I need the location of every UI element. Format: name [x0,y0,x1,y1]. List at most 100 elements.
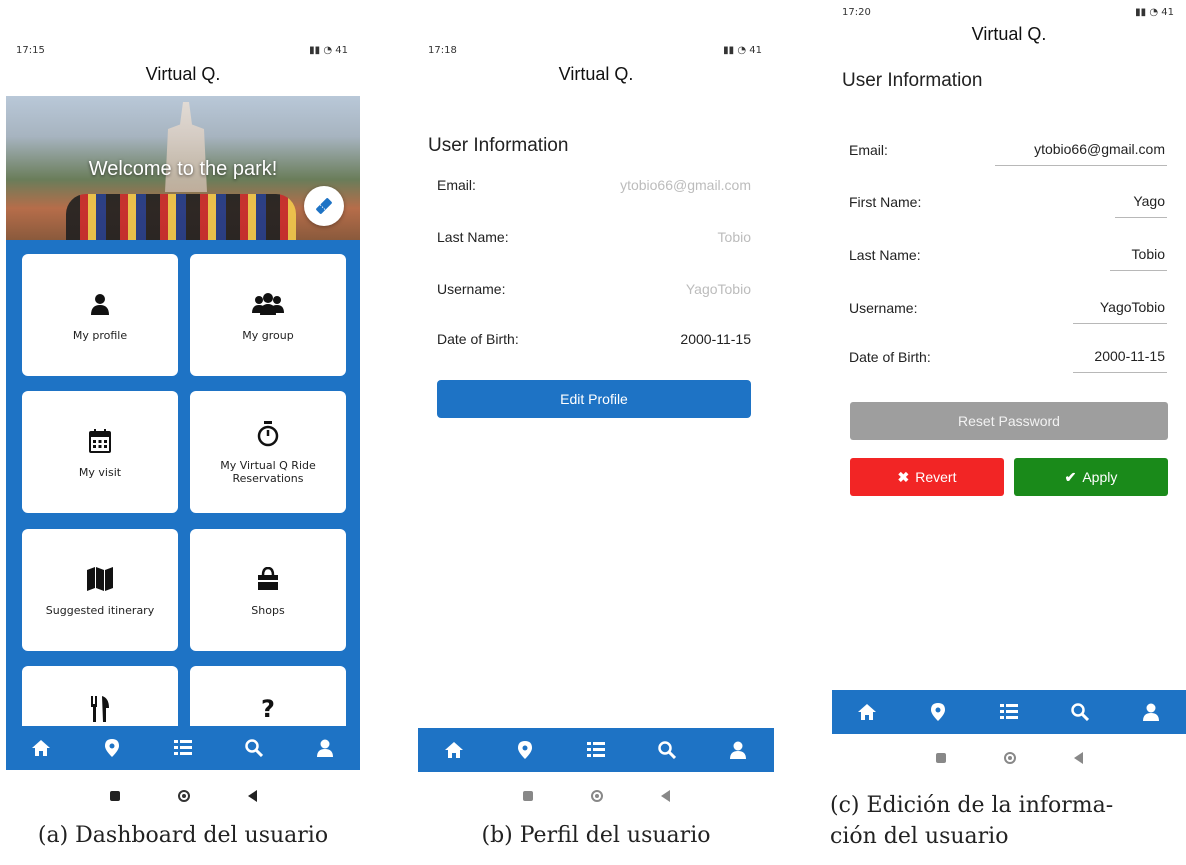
app-title: Virtual Q. [558,64,634,84]
profile-screen: 17:18 ▮▮ ◔ 41 Virtual Q. User Informatio… [418,32,774,810]
email-label: Email: [437,177,476,193]
caption-a: (a) Dashboard del usuario [37,823,329,848]
last-name-label: Last Name: [437,229,509,245]
map-marker-icon [105,739,120,757]
system-nav [418,776,774,810]
my-profile-tile[interactable]: My profile [22,254,178,376]
ticket-button[interactable] [304,186,344,226]
user-icon [90,289,110,319]
recents-icon[interactable] [935,753,946,763]
list-icon [999,704,1018,719]
apply-button[interactable]: ✔ Apply [1014,458,1168,496]
search-icon [658,741,677,759]
reset-password-button[interactable]: Reset Password [850,402,1168,440]
nav-list[interactable] [989,694,1029,730]
date-of-birth-label: Date of Birth: [437,331,519,347]
search-icon [245,739,263,757]
my-group-tile[interactable]: My group [190,254,346,376]
nav-map[interactable] [92,730,132,766]
caption-c-line2: ción del usuario [830,824,1009,849]
nav-list[interactable] [163,730,203,766]
home-icon [444,742,463,758]
status-time: 17:20 [842,7,871,18]
check-icon: ✔ [1064,468,1077,485]
tile-label: My group [242,328,294,342]
home-button-icon[interactable] [177,790,190,802]
first-name-row: First Name: Yago [849,191,1167,218]
app-title: Virtual Q. [145,64,221,84]
nav-home[interactable] [847,694,887,730]
status-time: 17:15 [16,45,45,56]
section-title: User Information [842,70,983,91]
nav-search[interactable] [1060,694,1100,730]
bottom-nav [418,728,774,772]
nav-home[interactable] [434,732,474,768]
revert-button[interactable]: ✖ Revert [850,458,1004,496]
tile-label: Shops [251,603,285,617]
caption-c-line1: (c) Edición de la informa- [830,793,1114,818]
users-icon [252,289,284,319]
status-battery: ▮▮ ◔ 41 [1135,7,1174,18]
username-value: YagoTobio [685,281,751,297]
back-icon[interactable] [247,790,257,802]
email-value: ytobio66@gmail.com [620,177,751,193]
my-visit-tile[interactable]: My visit [22,391,178,513]
edit-profile-screen: 17:20 ▮▮ ◔ 41 Virtual Q. User Informatio… [832,0,1186,778]
date-of-birth-value: 2000-11-15 [680,331,751,347]
utensils-icon [90,694,110,724]
tile-label: My visit [78,465,122,479]
tile-label: My profile [72,328,128,342]
bottom-nav [6,726,360,770]
status-bar: 17:18 ▮▮ ◔ 41 [418,42,774,58]
date-of-birth-label: Date of Birth: [849,349,931,365]
map-marker-icon [931,703,946,721]
status-bar: 17:15 ▮▮ ◔ 41 [6,42,360,58]
date-of-birth-input[interactable]: 2000-11-15 [1073,346,1167,373]
suggested-itinerary-tile[interactable]: Suggested itinerary [22,529,178,651]
recents-icon[interactable] [109,791,120,801]
nav-search[interactable] [647,732,687,768]
nav-profile[interactable] [718,732,758,768]
email-row: Email: ytobio66@gmail.com [849,139,1167,166]
list-icon [173,740,192,755]
first-name-input[interactable]: Yago [1115,191,1167,218]
status-time: 17:18 [428,45,457,56]
ride-reservations-tile[interactable]: My Virtual Q Ride Reservations [190,391,346,513]
nav-profile[interactable] [1131,694,1171,730]
caption-b: (b) Perfil del usuario [481,823,711,848]
caption-c: (c) Edición de la informa- ción del usua… [830,790,1186,852]
bottom-nav [832,690,1186,734]
last-name-row: Last Name: Tobio [849,244,1167,271]
back-icon[interactable] [660,790,670,802]
shops-tile[interactable]: Shops [190,529,346,651]
nav-search[interactable] [234,730,274,766]
first-name-label: First Name: [849,194,922,210]
stopwatch-icon [257,419,279,449]
revert-label: Revert [915,469,957,485]
nav-list[interactable] [576,732,616,768]
dashboard-screen: 17:15 ▮▮ ◔ 41 Virtual Q. Welcome to the … [6,32,360,810]
status-bar: 17:20 ▮▮ ◔ 41 [832,4,1186,20]
back-icon[interactable] [1073,752,1083,764]
last-name-row: Last Name: Tobio [437,226,751,252]
nav-map[interactable] [918,694,958,730]
nav-profile[interactable] [305,730,345,766]
edit-profile-button[interactable]: Edit Profile [437,380,751,418]
status-battery: ▮▮ ◔ 41 [723,45,762,56]
status-battery: ▮▮ ◔ 41 [309,45,348,56]
list-icon [586,742,605,757]
last-name-input[interactable]: Tobio [1110,244,1167,271]
system-nav [6,776,360,810]
nav-map[interactable] [505,732,545,768]
recents-icon[interactable] [522,791,533,801]
username-input[interactable]: YagoTobio [1073,297,1167,324]
home-button-icon[interactable] [1003,752,1016,764]
hero-banner: Welcome to the park! [6,96,360,240]
home-button-icon[interactable] [590,790,603,802]
email-input[interactable]: ytobio66@gmail.com [995,139,1167,166]
email-row: Email: ytobio66@gmail.com [437,174,751,200]
nav-home[interactable] [21,730,61,766]
shopping-bag-icon [257,564,279,594]
apply-label: Apply [1082,469,1118,485]
system-nav [832,738,1186,778]
